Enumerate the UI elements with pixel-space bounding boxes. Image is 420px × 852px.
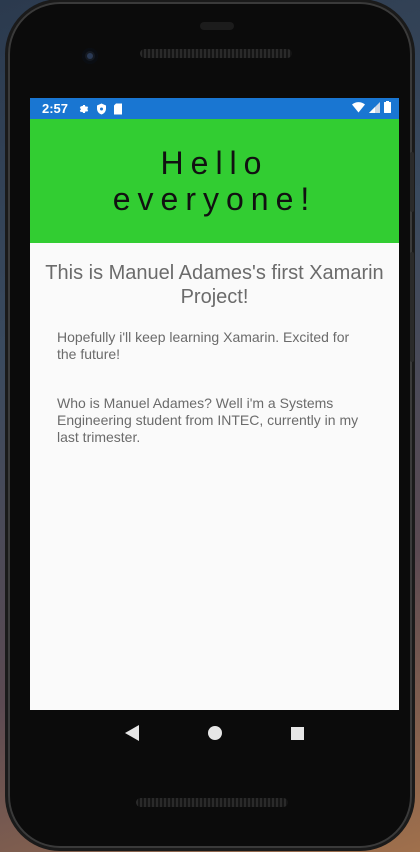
back-icon[interactable]: [117, 718, 147, 748]
top-speaker-grille: [140, 49, 292, 58]
cell-signal-icon: [369, 101, 380, 116]
earpiece: [200, 22, 234, 30]
recents-icon[interactable]: [283, 718, 313, 748]
battery-icon: [384, 101, 391, 116]
volume-button: [410, 252, 414, 362]
page-title: Hello everyone!: [112, 145, 317, 217]
shield-icon: [96, 103, 107, 115]
gear-icon: [78, 103, 90, 115]
status-time: 2:57: [42, 101, 69, 116]
status-bar: 2:57: [30, 98, 399, 119]
sd-card-icon: [113, 103, 123, 115]
power-button: [410, 152, 414, 212]
front-camera: [82, 48, 98, 64]
subtitle: This is Manuel Adames's first Xamarin Pr…: [45, 262, 384, 308]
paragraph-learning: Hopefully i'll keep learning Xamarin. Ex…: [57, 329, 350, 362]
home-icon[interactable]: [200, 718, 230, 748]
navigation-bar: [30, 710, 399, 756]
wifi-icon: [352, 101, 365, 116]
app-header: Hello everyone!: [30, 119, 399, 243]
app-screen: 2:57 Hello everyone! This is Manuel Adam…: [30, 98, 399, 710]
paragraph-about: Who is Manuel Adames? Well i'm a Systems…: [57, 395, 359, 445]
bottom-speaker-grille: [136, 798, 288, 807]
